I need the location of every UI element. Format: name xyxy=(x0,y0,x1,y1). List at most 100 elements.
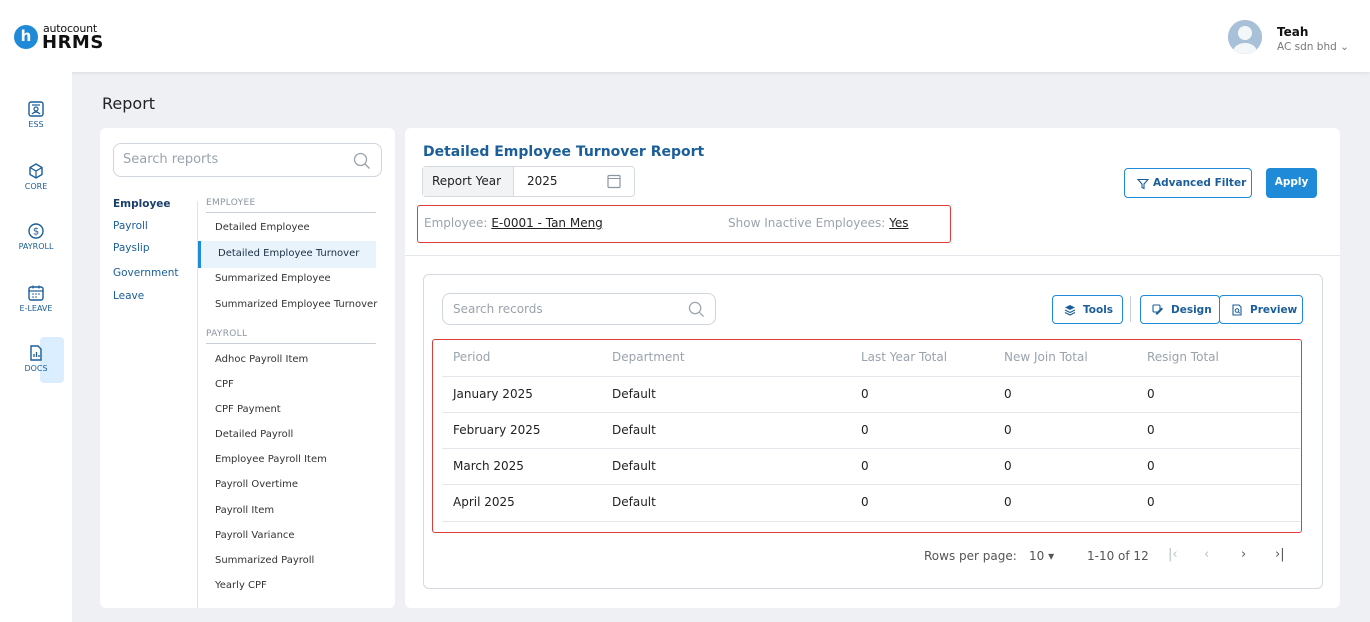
report-item[interactable]: Yearly CPF xyxy=(215,580,267,591)
report-table: Period Department Last Year Total New Jo… xyxy=(432,339,1302,533)
category-government[interactable]: Government xyxy=(113,267,178,279)
rail-item-docs[interactable]: DOCS xyxy=(0,344,72,390)
top-bar: h autocount HRMS Teah AC sdn bhd ⌄ xyxy=(0,0,1370,72)
rail-item-core[interactable]: CORE xyxy=(0,162,72,208)
report-item[interactable]: CPF Payment xyxy=(215,404,281,415)
report-item[interactable]: Detailed Employee xyxy=(215,222,310,233)
cell-department: Default xyxy=(612,423,656,437)
brand-logo-main: HRMS xyxy=(42,32,104,53)
advanced-filter-button[interactable]: Advanced Filter xyxy=(1124,168,1252,198)
calendar-picker-icon[interactable] xyxy=(606,173,622,189)
first-page-icon[interactable]: |‹ xyxy=(1168,547,1178,562)
row-divider xyxy=(442,376,1300,377)
cell-period: March 2025 xyxy=(453,459,524,473)
row-divider xyxy=(442,484,1300,485)
tools-button[interactable]: Tools xyxy=(1052,295,1123,324)
user-company-selector[interactable]: AC sdn bhd ⌄ xyxy=(1277,41,1349,53)
module-rail: ESS CORE $ PAYROLL E-LEAVE DOCS xyxy=(0,72,72,622)
cell-resign-total: 0 xyxy=(1147,387,1155,401)
category-leave[interactable]: Leave xyxy=(113,290,144,302)
report-item[interactable]: Payroll Overtime xyxy=(215,479,298,490)
column-header-department[interactable]: Department xyxy=(612,350,685,364)
rows-per-page-select[interactable]: 10 ▾ xyxy=(1029,549,1054,563)
toolbar-separator xyxy=(1130,296,1131,322)
cell-period: January 2025 xyxy=(453,387,533,401)
filter-employee-value[interactable]: E-0001 - Tan Meng xyxy=(491,216,603,230)
report-item[interactable]: Detailed Payroll xyxy=(215,429,293,440)
rail-item-ess[interactable]: ESS xyxy=(0,100,72,146)
rail-item-e-leave[interactable]: E-LEAVE xyxy=(0,284,72,330)
cell-last-year-total: 0 xyxy=(861,495,869,509)
cell-last-year-total: 0 xyxy=(861,459,869,473)
filter-employee-label: Employee: xyxy=(424,216,488,230)
document-chart-icon xyxy=(30,345,42,361)
cell-last-year-total: 0 xyxy=(861,423,869,437)
report-item[interactable]: Employee Payroll Item xyxy=(215,454,327,465)
report-item[interactable]: CPF xyxy=(215,379,234,390)
category-payroll[interactable]: Payroll xyxy=(113,220,148,232)
report-item[interactable]: Payroll Item xyxy=(215,505,274,516)
tools-label: Tools xyxy=(1083,304,1114,316)
design-button[interactable]: Design xyxy=(1140,295,1220,324)
brand-logo-mark[interactable]: h xyxy=(14,25,38,49)
user-company: AC sdn bhd xyxy=(1277,41,1337,53)
report-year-value[interactable]: 2025 xyxy=(527,174,558,188)
cell-department: Default xyxy=(612,459,656,473)
report-year-label: Report Year xyxy=(423,167,514,196)
row-divider xyxy=(442,521,1300,522)
cell-department: Default xyxy=(612,495,656,509)
cell-new-join-total: 0 xyxy=(1004,495,1012,509)
report-year-field[interactable]: Report Year 2025 xyxy=(422,166,635,197)
rail-label: CORE xyxy=(24,182,48,191)
cell-resign-total: 0 xyxy=(1147,423,1155,437)
section-header-payroll: PAYROLL xyxy=(206,329,376,344)
report-results-card: Search records Tools Design Preview Peri… xyxy=(423,274,1323,589)
row-divider xyxy=(442,412,1300,413)
report-item[interactable]: Summarized Employee Turnover xyxy=(215,299,377,310)
filter-inactive: Show Inactive Employees: Yes xyxy=(728,216,909,230)
cell-new-join-total: 0 xyxy=(1004,387,1012,401)
rows-per-page-value: 10 xyxy=(1029,549,1045,563)
user-avatar-icon xyxy=(1228,20,1262,54)
column-header-period[interactable]: Period xyxy=(453,350,490,364)
search-icon xyxy=(688,301,705,318)
report-panel: Detailed Employee Turnover Report Report… xyxy=(405,128,1340,608)
report-item[interactable]: Adhoc Payroll Item xyxy=(215,354,308,365)
search-reports-input[interactable]: Search reports xyxy=(113,143,382,177)
advanced-filter-label: Advanced Filter xyxy=(1153,177,1247,189)
column-header-new-join-total[interactable]: New Join Total xyxy=(1004,350,1088,364)
filter-icon xyxy=(1137,178,1149,190)
prev-page-icon[interactable]: ‹ xyxy=(1204,547,1209,562)
filter-employee: Employee: E-0001 - Tan Meng xyxy=(424,216,603,230)
cell-new-join-total: 0 xyxy=(1004,423,1012,437)
pagination-range: 1-10 of 12 xyxy=(1087,549,1149,563)
cell-resign-total: 0 xyxy=(1147,495,1155,509)
rail-item-payroll[interactable]: $ PAYROLL xyxy=(0,222,72,268)
search-icon xyxy=(353,152,370,169)
id-card-icon xyxy=(28,101,44,117)
avatar[interactable] xyxy=(1228,20,1262,54)
report-item[interactable]: Summarized Employee xyxy=(215,273,331,284)
report-item[interactable]: Summarized Payroll xyxy=(215,555,314,566)
active-filters: Employee: E-0001 - Tan Meng Show Inactiv… xyxy=(417,205,951,243)
preview-button[interactable]: Preview xyxy=(1219,295,1303,324)
user-name[interactable]: Teah xyxy=(1277,25,1308,39)
report-item-selected[interactable]: Detailed Employee Turnover xyxy=(198,241,376,268)
rows-per-page-label: Rows per page: xyxy=(924,549,1017,563)
cell-period: April 2025 xyxy=(453,495,515,509)
last-page-icon[interactable]: ›| xyxy=(1275,547,1285,562)
filter-inactive-value[interactable]: Yes xyxy=(889,216,908,230)
report-item[interactable]: Payroll Variance xyxy=(215,530,295,541)
layers-icon xyxy=(1064,305,1076,316)
apply-button[interactable]: Apply xyxy=(1266,168,1317,198)
dollar-circle-icon: $ xyxy=(28,223,44,239)
next-page-icon[interactable]: › xyxy=(1241,547,1246,562)
design-icon xyxy=(1152,304,1163,315)
category-employee[interactable]: Employee xyxy=(113,198,171,210)
chevron-down-icon: ⌄ xyxy=(1340,41,1349,53)
caret-down-icon: ▾ xyxy=(1048,549,1055,563)
column-header-last-year-total[interactable]: Last Year Total xyxy=(861,350,947,364)
category-payslip[interactable]: Payslip xyxy=(113,242,149,254)
search-records-input[interactable]: Search records xyxy=(442,293,716,325)
column-header-resign-total[interactable]: Resign Total xyxy=(1147,350,1219,364)
